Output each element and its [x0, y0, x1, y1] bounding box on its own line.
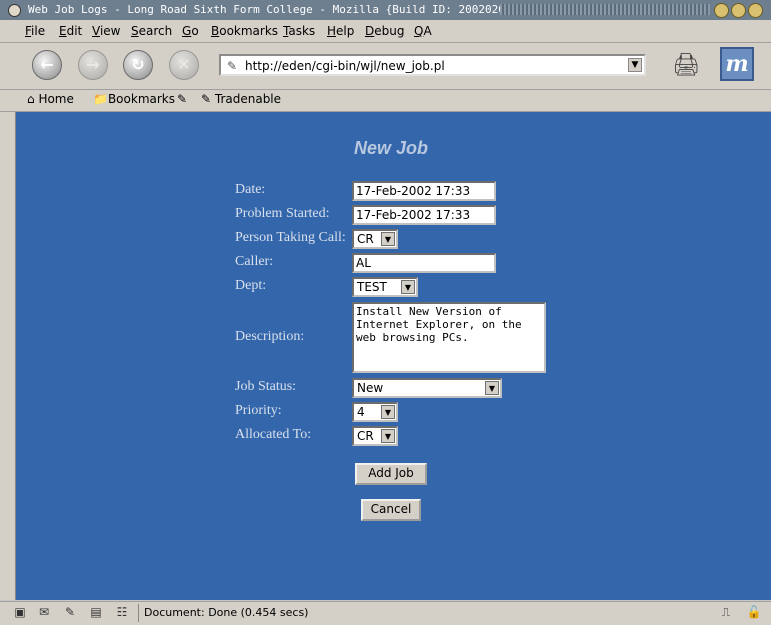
- tradenable-label: Tradenable: [214, 92, 282, 106]
- reload-icon[interactable]: ↻: [123, 50, 153, 80]
- online-status-icon[interactable]: ⎍: [718, 605, 734, 620]
- person-taking-call-value: CR: [357, 232, 374, 246]
- window-title: Web Job Logs - Long Road Sixth Form Coll…: [28, 3, 532, 16]
- chat-icon[interactable]: ✎: [62, 605, 78, 620]
- composer-icon[interactable]: ▤: [88, 605, 104, 620]
- chevron-down-icon: ▼: [485, 381, 499, 395]
- menu-tasks[interactable]: Tasks: [283, 24, 315, 38]
- cancel-button[interactable]: Cancel: [361, 499, 421, 521]
- bookmark-separator-icon: ✎: [177, 92, 188, 106]
- date-label: Date:: [235, 182, 266, 197]
- page-content: New Job Date: 17-Feb-2002 17:33 Problem …: [16, 112, 771, 600]
- allocated-to-select[interactable]: CR ▼: [352, 426, 398, 446]
- close-icon[interactable]: [748, 3, 763, 18]
- allocated-to-label: Allocated To:: [235, 427, 312, 442]
- title-bar: Web Job Logs - Long Road Sixth Form Coll…: [0, 0, 771, 20]
- priority-value: 4: [357, 405, 365, 419]
- forward-arrow-icon[interactable]: →: [78, 50, 108, 80]
- menu-bar: File Edit View Search Go Bookmarks Tasks…: [0, 20, 771, 43]
- job-status-label: Job Status:: [235, 379, 297, 394]
- person-taking-call-select[interactable]: CR ▼: [352, 229, 398, 249]
- minimize-icon[interactable]: [714, 3, 729, 18]
- allocated-to-value: CR: [357, 429, 374, 443]
- chevron-down-icon: ▼: [381, 429, 395, 443]
- page-title: New Job: [354, 138, 429, 158]
- stop-icon[interactable]: ✕: [169, 50, 199, 80]
- description-label: Description:: [235, 329, 305, 344]
- problem-started-label: Problem Started:: [235, 206, 330, 221]
- url-history-dropdown-icon[interactable]: ▼: [628, 58, 642, 72]
- description-textarea[interactable]: Install New Version of Internet Explorer…: [352, 302, 546, 373]
- menu-file[interactable]: File: [25, 24, 45, 38]
- dept-select[interactable]: TEST ▼: [352, 277, 418, 297]
- priority-select[interactable]: 4 ▼: [352, 402, 398, 422]
- job-status-select[interactable]: New ▼: [352, 378, 502, 398]
- caller-label: Caller:: [235, 254, 274, 269]
- menu-search[interactable]: Search: [131, 24, 172, 38]
- window-menu-icon[interactable]: [8, 4, 21, 17]
- chevron-down-icon: ▼: [381, 232, 395, 246]
- menu-help[interactable]: Help: [327, 24, 354, 38]
- url-text[interactable]: http://eden/cgi-bin/wjl/new_job.pl: [245, 59, 445, 73]
- menu-view[interactable]: View: [92, 24, 120, 38]
- menu-debug[interactable]: Debug: [365, 24, 404, 38]
- chevron-down-icon: ▼: [381, 405, 395, 419]
- status-separator: [138, 604, 139, 622]
- back-arrow-icon[interactable]: ←: [32, 50, 62, 80]
- mail-icon[interactable]: ✉: [36, 605, 52, 620]
- page-proxy-icon[interactable]: ✎: [227, 59, 237, 73]
- menu-qa[interactable]: QA: [414, 24, 432, 38]
- security-lock-icon: 🔓: [746, 605, 762, 619]
- dept-label: Dept:: [235, 278, 267, 293]
- menu-edit[interactable]: Edit: [59, 24, 82, 38]
- home-label: Home: [38, 92, 74, 106]
- dept-value: TEST: [357, 280, 387, 294]
- sidebar-grippy[interactable]: [0, 112, 16, 600]
- bookmarks-button[interactable]: 📁Bookmarks: [93, 92, 175, 106]
- caller-field[interactable]: AL: [352, 253, 496, 273]
- problem-started-field[interactable]: 17-Feb-2002 17:33: [352, 205, 496, 225]
- address-book-icon[interactable]: ☷: [114, 605, 130, 620]
- home-button[interactable]: ⌂ Home: [27, 92, 74, 106]
- navigation-toolbar: ← → ↻ ✕ ✎ http://eden/cgi-bin/wjl/new_jo…: [0, 43, 771, 90]
- navigator-icon[interactable]: ▣: [12, 605, 28, 620]
- person-taking-call-label: Person Taking Call:: [235, 230, 346, 245]
- status-bar: ▣ ✉ ✎ ▤ ☷ Document: Done (0.454 secs) ⎍ …: [0, 601, 771, 625]
- personal-toolbar: ⌂ Home 📁Bookmarks ✎ ✎ Tradenable: [0, 90, 771, 112]
- tradenable-bookmark[interactable]: ✎ Tradenable: [201, 92, 281, 106]
- url-bar[interactable]: ✎ http://eden/cgi-bin/wjl/new_job.pl ▼: [219, 54, 646, 76]
- priority-label: Priority:: [235, 403, 282, 418]
- status-text: Document: Done (0.454 secs): [144, 606, 309, 619]
- chevron-down-icon: ▼: [401, 280, 415, 294]
- add-job-button[interactable]: Add Job: [355, 463, 427, 485]
- title-drag-area[interactable]: [500, 4, 710, 15]
- maximize-icon[interactable]: [731, 3, 746, 18]
- print-icon[interactable]: 🖨: [672, 53, 700, 78]
- menu-bookmarks[interactable]: Bookmarks: [211, 24, 278, 38]
- mozilla-throbber-icon[interactable]: m: [720, 47, 754, 81]
- menu-go[interactable]: Go: [182, 24, 199, 38]
- job-status-value: New: [357, 381, 384, 395]
- bookmarks-label: Bookmarks: [107, 92, 175, 106]
- date-field[interactable]: 17-Feb-2002 17:33: [352, 181, 496, 201]
